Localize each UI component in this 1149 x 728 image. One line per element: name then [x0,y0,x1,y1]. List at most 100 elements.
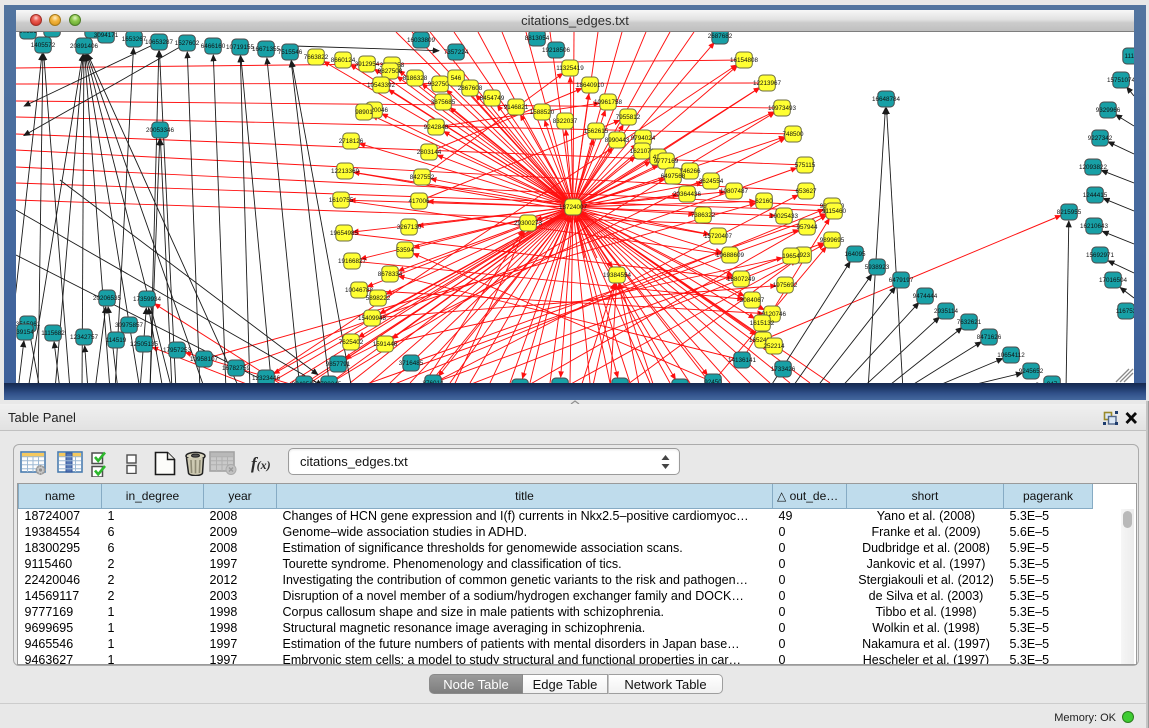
svg-text:1115682: 1115682 [41,330,65,337]
svg-text:3875685: 3875685 [431,99,456,106]
svg-text:1975692: 1975692 [773,282,798,289]
svg-text:1610755: 1610755 [329,197,354,204]
svg-text:15692971: 15692971 [1086,252,1115,259]
svg-text:8322037: 8322037 [553,118,578,125]
svg-text:10688609: 10688609 [716,252,745,259]
svg-text:417006: 417006 [408,198,430,205]
svg-text:9245652: 9245652 [1019,368,1044,375]
svg-text:546: 546 [451,75,462,82]
svg-text:8427552: 8427552 [410,174,435,181]
svg-text:10543392: 10543392 [367,82,396,89]
svg-text:8660124: 8660124 [331,57,356,64]
svg-text:30975857: 30975857 [115,322,144,329]
svg-text:9777169: 9777169 [654,158,679,165]
svg-text:1112: 1112 [1124,53,1134,60]
svg-text:19166827: 19166827 [338,258,367,265]
svg-text:1562615: 1562615 [584,128,609,135]
svg-text:19218506: 19218506 [542,47,571,54]
svg-text:17957253: 17957253 [163,347,192,354]
svg-text:3716485: 3716485 [399,360,424,367]
svg-text:7663822: 7663822 [304,54,329,61]
svg-text:1653267: 1653267 [122,36,147,43]
svg-text:2867608: 2867608 [458,85,483,92]
svg-text:748500: 748500 [782,131,804,138]
svg-text:20364436: 20364436 [673,191,702,198]
svg-text:10958107: 10958107 [190,356,219,363]
svg-text:10719155: 10719155 [226,44,255,51]
svg-text:8790345: 8790345 [317,381,342,383]
svg-text:575115: 575115 [795,162,816,169]
svg-text:12213967: 12213967 [753,80,782,87]
svg-text:39154: 39154 [16,329,34,336]
svg-text:9227342: 9227342 [1088,135,1113,142]
svg-text:20053346: 20053346 [146,127,175,134]
svg-text:8990443: 8990443 [605,137,630,144]
svg-text:19384554: 19384554 [603,272,632,279]
svg-text:90413: 90413 [43,32,61,33]
svg-text:6466160: 6466160 [201,43,226,50]
svg-text:7386322: 7386322 [691,212,716,219]
svg-text:98901: 98901 [355,109,373,116]
svg-text:16671355: 16671355 [252,46,281,53]
svg-text:653627: 653627 [795,188,817,195]
svg-text:5938923: 5938923 [865,264,890,271]
svg-text:164095: 164095 [844,251,866,258]
svg-text:1588520: 1588520 [530,109,555,116]
svg-text:8678334: 8678334 [378,271,403,278]
svg-text:7955812: 7955812 [616,114,641,121]
svg-text:876014: 876014 [422,380,444,383]
svg-text:3094171: 3094171 [94,32,119,39]
svg-text:16154808: 16154808 [730,57,759,64]
svg-text:6497568: 6497568 [661,173,686,180]
svg-text:12323446: 12323446 [252,375,281,382]
svg-text:9146821: 9146821 [504,104,529,111]
svg-text:947: 947 [1047,381,1058,383]
svg-text:1591446: 1591446 [373,341,398,348]
svg-text:62160: 62160 [755,198,773,205]
svg-text:18807249: 18807249 [727,276,756,283]
svg-text:2803144: 2803144 [417,149,442,156]
svg-text:2935114: 2935114 [934,308,959,315]
svg-text:1405572: 1405572 [31,42,56,49]
svg-text:7357224: 7357224 [444,49,469,56]
svg-text:9827508: 9827508 [378,68,403,75]
svg-text:10961758: 10961758 [594,99,623,106]
svg-text:6479197: 6479197 [889,277,914,284]
svg-text:8186328: 8186328 [403,75,428,82]
svg-text:10653287: 10653287 [145,39,174,46]
svg-text:19654985: 19654985 [330,230,359,237]
svg-text:16210643: 16210643 [1080,223,1109,230]
svg-text:2687682: 2687682 [708,33,733,40]
svg-text:3624554: 3624554 [699,178,724,185]
svg-text:10973493: 10973493 [768,105,797,112]
svg-text:7632621: 7632621 [957,319,982,326]
svg-text:7625402: 7625402 [339,339,364,346]
svg-text:252214: 252214 [763,343,785,350]
svg-text:20891406: 20891406 [70,43,99,50]
svg-text:1527602: 1527602 [175,40,200,47]
svg-text:8471626: 8471626 [977,334,1002,341]
svg-text:957944: 957944 [796,224,818,231]
svg-text:116753: 116753 [1116,308,1134,315]
svg-text:1244415: 1244415 [1083,192,1108,199]
svg-text:8813054: 8813054 [525,35,550,42]
svg-text:8215955: 8215955 [1057,209,1082,216]
svg-text:9242848: 9242848 [424,124,449,131]
svg-text:1615132: 1615132 [750,320,775,327]
svg-text:18640910: 18640910 [576,82,605,89]
svg-text:1733426: 1733426 [771,366,796,373]
svg-text:20206535: 20206535 [93,295,122,302]
svg-text:10654112: 10654112 [997,352,1025,359]
svg-text:15409948: 15409948 [358,315,387,322]
svg-text:53594: 53594 [396,247,414,254]
svg-text:7515546: 7515546 [278,49,303,56]
svg-text:8454749: 8454749 [480,95,505,102]
svg-text:19654: 19654 [782,253,800,260]
svg-text:90551: 90551 [19,32,37,35]
svg-text:16648784: 16648784 [872,96,901,103]
svg-text:9857791: 9857791 [326,361,351,368]
svg-text:9794024: 9794024 [631,135,656,142]
svg-text:15720407: 15720407 [704,233,733,240]
svg-text:16033809: 16033809 [407,37,436,44]
svg-text:17016504: 17016504 [1099,277,1128,284]
